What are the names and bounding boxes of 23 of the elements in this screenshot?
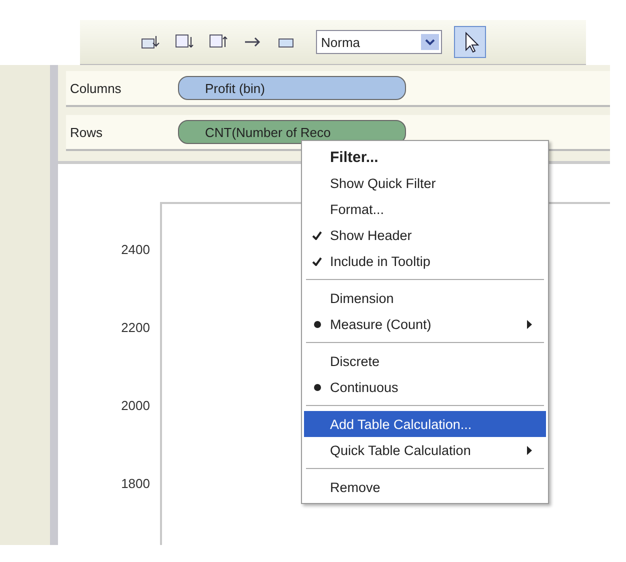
axis-label: 1800 [121, 476, 150, 492]
view-dropdown[interactable]: Norma [316, 30, 442, 54]
axis-label: 2400 [121, 242, 150, 258]
menu-item[interactable]: Format... [304, 196, 546, 222]
menu-item[interactable]: Quick Table Calculation [304, 437, 546, 463]
menu-item[interactable]: Show Header [304, 222, 546, 248]
menu-item[interactable]: Include in Tooltip [304, 248, 546, 274]
shelf-label: Columns [69, 80, 122, 96]
menu-item[interactable]: Filter... [304, 144, 546, 170]
menu-item[interactable]: Add Table Calculation... [304, 411, 546, 437]
menu-item[interactable]: Dimension [304, 285, 546, 311]
shelf-label: Rows [69, 124, 104, 140]
menu-item[interactable]: Continuous [304, 374, 546, 400]
field-pill[interactable]: CNT(Number of Reco [178, 120, 406, 144]
menu-item[interactable]: Show Quick Filter [304, 170, 546, 196]
menu-item[interactable]: Remove [304, 474, 546, 500]
toolbar-icon[interactable] [140, 33, 162, 51]
menu-item[interactable]: Measure (Count) [304, 311, 546, 337]
field-pill[interactable]: Profit (bin) [178, 76, 406, 100]
axis-label: 2000 [121, 398, 150, 414]
menu-item[interactable]: Discrete [304, 348, 546, 374]
axis-label: 2200 [121, 320, 150, 336]
pointer-icon[interactable] [454, 26, 486, 58]
